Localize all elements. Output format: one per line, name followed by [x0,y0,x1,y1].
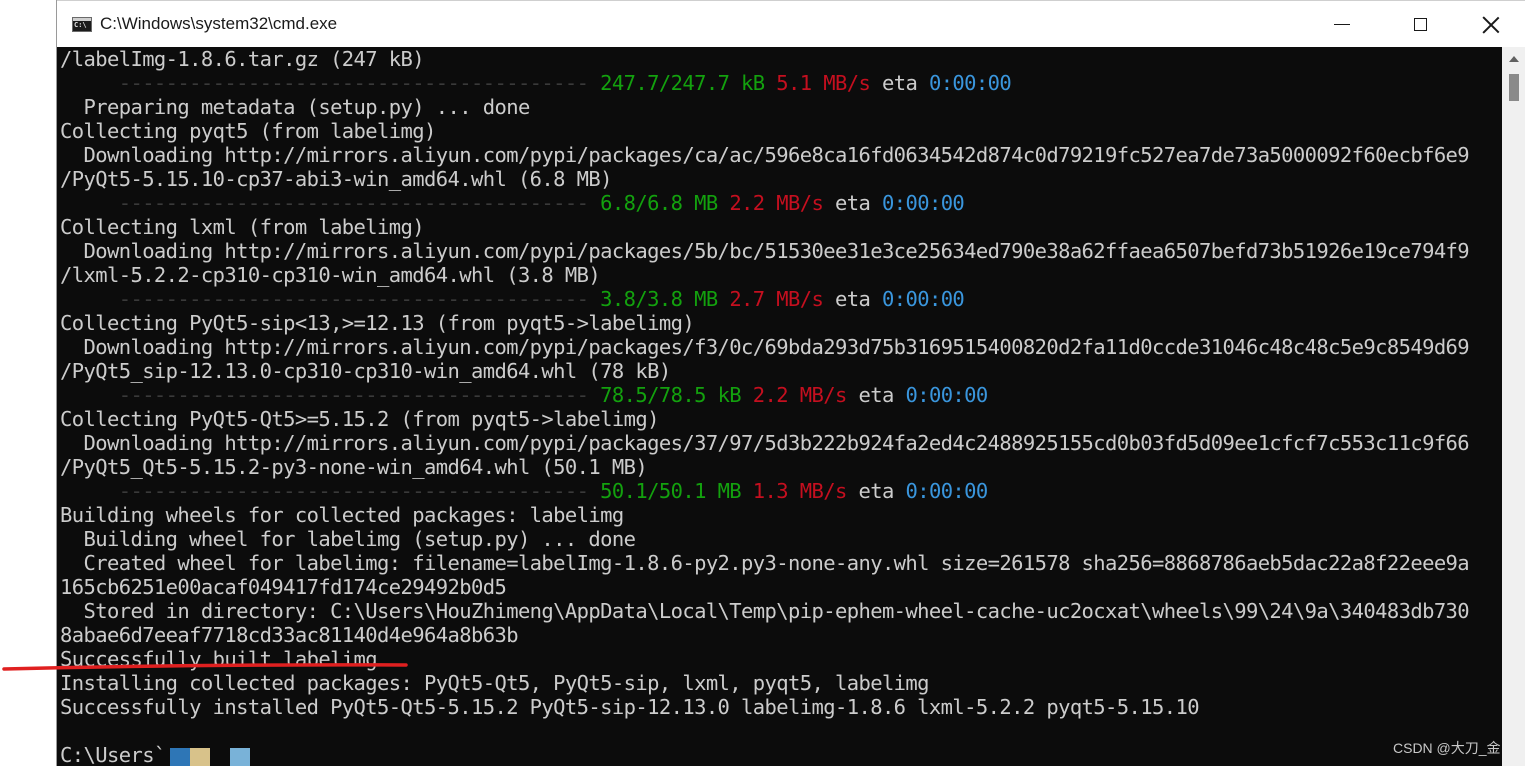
console-text-segment: /PyQt5-5.15.10-cp37-abi3-win_amd64.whl (… [60,167,612,191]
console-line: Preparing metadata (setup.py) ... done [60,95,1469,119]
console-line: Downloading http://mirrors.aliyun.com/py… [60,335,1469,359]
console-text-segment: 0:00:00 [881,191,965,215]
console-text-segment: 0:00:00 [905,479,988,503]
console-line: ----------------------------------------… [60,191,1469,215]
console-text-segment: Created wheel for labelimg: filename=lab… [60,551,1470,575]
console-text-segment: 1.3 MB/s [741,479,848,503]
console-line: ----------------------------------------… [60,287,1469,311]
console-line: Stored in directory: C:\Users\HouZhimeng… [60,599,1469,623]
console-text-segment: 0:00:00 [905,383,988,407]
red-annotation-underline [2,663,408,671]
window-title: C:\Windows\system32\cmd.exe [100,14,338,33]
console-text-segment: Downloading http://mirrors.aliyun.com/py… [60,431,1470,455]
console-text-segment: Building wheels for collected packages: … [60,503,624,527]
console-text-segment: 0:00:00 [881,287,965,311]
console-text-segment: 2.2 MB/s [717,191,824,215]
minimize-icon [1334,24,1350,25]
watermark: CSDN @大刀_金 [1393,740,1501,756]
console-text-segment: Successfully installed PyQt5-Qt5-5.15.2 … [60,695,1200,719]
console-text-segment: Downloading http://mirrors.aliyun.com/py… [60,335,1470,359]
console-text-segment: /lxml-5.2.2-cp310-cp310-win_amd64.whl (3… [60,263,601,287]
console-line: ----------------------------------------… [60,383,1469,407]
console-line: /lxml-5.2.2-cp310-cp310-win_amd64.whl (3… [60,263,1469,287]
console-line: Installing collected packages: PyQt5-Qt5… [60,671,1469,695]
console-text-segment: ---------------------------------------- [60,383,589,407]
console-line: /PyQt5_sip-12.13.0-cp310-cp310-win_amd64… [60,359,1469,383]
console-text-segment: ---------------------------------------- [60,479,589,503]
minimize-button[interactable] [1319,1,1365,48]
console-text-segment: Collecting pyqt5 (from labelimg) [60,119,436,143]
console-line: Downloading http://mirrors.aliyun.com/py… [60,431,1469,455]
maximize-button[interactable] [1397,1,1443,48]
console-text-segment: Collecting PyQt5-sip<13,>=12.13 (from py… [60,311,695,335]
console-line: Collecting PyQt5-sip<13,>=12.13 (from py… [60,311,1469,335]
console-text-segment: Downloading http://mirrors.aliyun.com/py… [60,143,1470,167]
console-line: Collecting pyqt5 (from labelimg) [60,119,1469,143]
console-lines: /labelImg-1.8.6.tar.gz (247 kB) --------… [60,47,1470,766]
console-line: Downloading http://mirrors.aliyun.com/py… [60,143,1469,167]
console-text-segment: ---------------------------------------- [60,71,589,95]
console-text-segment: 3.8/3.8 MB [588,287,718,311]
console-line: Building wheels for collected packages: … [60,503,1469,527]
console-text-segment: eta [823,287,882,311]
console-text-segment: Preparing metadata (setup.py) ... done [60,95,530,119]
title-bar[interactable]: C:\Windows\system32\cmd.exe [57,0,1525,47]
console-text-segment: 5.1 MB/s [764,71,871,95]
console-text-segment: /PyQt5_sip-12.13.0-cp310-cp310-win_amd64… [60,359,671,383]
console-text-segment: 78.5/78.5 kB [588,383,742,407]
console-text-segment: eta [846,383,906,407]
console-line: Successfully installed PyQt5-Qt5-5.15.2 … [60,695,1469,719]
console-text-segment: 2.2 MB/s [741,383,848,407]
console-line: ----------------------------------------… [60,479,1469,503]
console-text-segment: Collecting lxml (from labelimg) [60,215,425,239]
scroll-thumb[interactable] [1509,74,1519,101]
console-line: Collecting lxml (from labelimg) [60,215,1469,239]
console-line: Downloading http://mirrors.aliyun.com/py… [60,239,1469,263]
console-line: Building wheel for labelimg (setup.py) .… [60,527,1469,551]
close-icon [1482,16,1500,34]
console-line: 8abae6d7eeaf7718cd33ac81140d4e964a8b63b [60,623,1469,647]
console-text-segment: 0:00:00 [928,71,1012,95]
console-text-segment: Building wheel for labelimg (setup.py) .… [60,527,636,551]
console-text-segment: eta [823,191,882,215]
console-text-segment: /PyQt5_Qt5-5.15.2-py3-none-win_amd64.whl… [60,455,648,479]
console-line: 165cb6251e00acaf049417fd174ce29492b0d5 [60,575,1469,599]
cmd-window: C:\Windows\system32\cmd.exe /labelImg-1.… [56,0,1525,766]
console-text-segment: Installing collected packages: PyQt5-Qt5… [60,671,930,695]
console-output[interactable]: /labelImg-1.8.6.tar.gz (247 kB) --------… [57,47,1502,766]
console-text-segment: Collecting PyQt5-Qt5>=5.15.2 (from pyqt5… [60,407,659,431]
console-line: Collecting PyQt5-Qt5>=5.15.2 (from pyqt5… [60,407,1469,431]
console-text-segment: C:\Users` [60,743,166,766]
console-text-segment: Stored in directory: C:\Users\HouZhimeng… [60,599,1470,623]
console-text-segment: 2.7 MB/s [717,287,824,311]
console-text-segment: eta [870,71,929,95]
maximize-icon [1413,18,1427,31]
console-line: C:\Users` [60,743,1469,766]
console-text-segment: /labelImg-1.8.6.tar.gz (247 kB) [60,47,425,71]
console-line: /PyQt5_Qt5-5.15.2-py3-none-win_amd64.whl… [60,455,1469,479]
console-text-segment: 6.8/6.8 MB [588,191,718,215]
scroll-up-arrow-icon[interactable] [1509,56,1519,62]
cmd-icon [72,17,92,32]
console-text-segment: 8abae6d7eeaf7718cd33ac81140d4e964a8b63b [60,623,519,647]
console-line: Created wheel for labelimg: filename=lab… [60,551,1469,575]
console-text-segment: Downloading http://mirrors.aliyun.com/py… [60,239,1470,263]
console-line: ----------------------------------------… [60,71,1469,95]
close-button[interactable] [1468,1,1514,48]
console-text-segment: ---------------------------------------- [60,191,589,215]
vertical-scrollbar[interactable] [1502,47,1525,766]
console-text-segment: 247.7/247.7 kB [588,71,765,95]
console-line: /PyQt5-5.15.10-cp37-abi3-win_amd64.whl (… [60,167,1469,191]
console-text-segment: ---------------------------------------- [60,287,589,311]
console-text-segment: eta [846,479,906,503]
console-text-segment: 165cb6251e00acaf049417fd174ce29492b0d5 [60,575,507,599]
console-line: /labelImg-1.8.6.tar.gz (247 kB) [60,47,1469,71]
console-text-segment: 50.1/50.1 MB [588,479,742,503]
